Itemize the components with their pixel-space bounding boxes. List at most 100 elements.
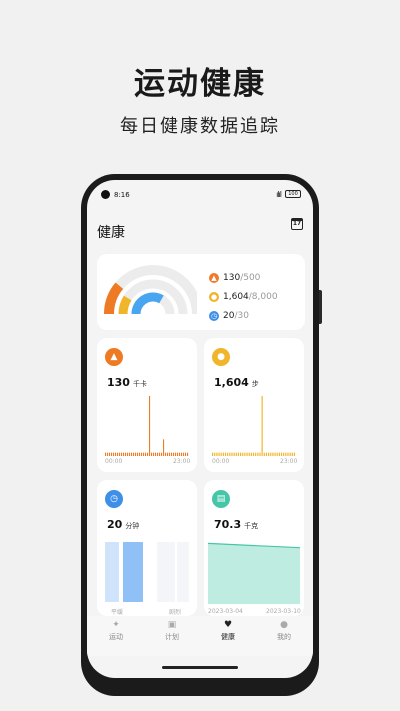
chart-bar: [224, 452, 227, 456]
chart-bar: [187, 452, 189, 456]
exercise-x-start: 平缓: [111, 609, 124, 616]
chart-column-bg: [105, 542, 119, 602]
chart-bar: [268, 452, 270, 456]
chart-bar: [111, 452, 113, 456]
chart-bar: [227, 452, 229, 456]
chart-bar: [119, 452, 121, 456]
exercise-card[interactable]: ◷ 20 分钟 平缓 剧烈: [97, 480, 197, 616]
chart-bar: [272, 452, 274, 456]
tab-mine-label: 我的: [277, 633, 291, 641]
calories-number: 130: [107, 376, 130, 389]
chart-bar: [285, 452, 287, 456]
legend-calories-goal: /500: [240, 272, 261, 283]
chart-bar: [109, 452, 111, 456]
tab-mine[interactable]: ● 我的: [256, 620, 312, 642]
chart-area: [208, 543, 300, 604]
weight-value: 70.3 千克: [214, 518, 258, 531]
chart-bar: [117, 452, 119, 456]
chart-bar: [263, 452, 265, 456]
chart-bar: [214, 452, 216, 456]
chart-bar: [131, 452, 133, 456]
phone-side-button: [319, 290, 322, 324]
chart-bar: [145, 452, 147, 456]
chart-bar: [261, 396, 263, 456]
tab-sport-label: 运动: [109, 633, 123, 641]
calories-x-start: 00:00: [105, 458, 123, 465]
chart-bar: [153, 452, 155, 456]
exercise-value: 20 分钟: [107, 518, 139, 531]
flame-icon: ▲: [105, 348, 123, 366]
chart-bar: [171, 452, 173, 456]
chart-bar: [240, 452, 242, 456]
steps-value: 1,604 步: [214, 376, 259, 389]
chart-bar: [216, 452, 218, 456]
tab-bar: ✦ 运动 ▣ 计划 ♥ 健康 ● 我的: [87, 616, 313, 656]
chart-bar: [151, 452, 153, 456]
clock-icon: ◷: [105, 490, 123, 508]
chart-bar: [248, 452, 250, 456]
chart-bar: [212, 452, 214, 456]
chart-bar: [265, 452, 268, 456]
clock-icon: ◷: [209, 310, 219, 321]
chart-bar: [289, 452, 291, 456]
steps-number: 1,604: [214, 376, 249, 389]
calories-value: 130 千卡: [107, 376, 147, 389]
signal-icon: ılıl: [276, 190, 282, 199]
legend-steps-goal: /8,000: [248, 291, 278, 302]
exercise-number: 20: [107, 518, 123, 531]
weight-number: 70.3: [214, 518, 242, 531]
chart-bar: [133, 452, 135, 456]
weight-x-end: 2023-03-10: [266, 608, 301, 615]
chart-bar: [237, 452, 240, 456]
chart-bar: [283, 452, 285, 456]
calories-card[interactable]: ▲ 130 千卡 00:00 23:00: [97, 338, 197, 472]
chart-bar: [155, 452, 157, 456]
camera-hole: [101, 190, 110, 199]
calendar-icon[interactable]: 17: [291, 218, 303, 230]
chart-bar: [175, 452, 177, 456]
tab-health[interactable]: ♥ 健康: [200, 620, 256, 642]
summary-card[interactable]: ▲ 130/500 ● 1,604/8,000 ◷ 20/30: [97, 254, 305, 330]
phone-screen: 8:16 ılıl 100 健康 17 ▲ 130/500 ● 1,604/8,…: [87, 180, 313, 678]
tab-plan[interactable]: ▣ 计划: [144, 620, 200, 642]
chart-bar: [280, 452, 283, 456]
person-icon: ●: [280, 620, 288, 630]
weight-unit: 千克: [244, 522, 259, 530]
chart-bar: [293, 452, 296, 456]
chart-column-bg: [157, 542, 175, 602]
chart-bar: [127, 452, 129, 456]
tab-sport[interactable]: ✦ 运动: [88, 620, 144, 642]
weight-card[interactable]: ▤ 70.3 千克 2023-03-04 2023-03-10: [204, 480, 304, 616]
legend-exercise-value: 20: [223, 310, 235, 321]
chart-bar: [242, 452, 244, 456]
scale-icon: ▤: [212, 490, 230, 508]
chart-bar: [252, 452, 255, 456]
calories-unit: 千卡: [132, 380, 147, 388]
chart-bar: [161, 452, 163, 456]
chart-bar: [177, 452, 179, 456]
chart-bar: [115, 452, 117, 456]
ring-exercise: [131, 292, 164, 315]
legend-steps-value: 1,604: [223, 291, 249, 302]
legend-exercise-goal: /30: [234, 310, 249, 321]
chart-bar: [259, 452, 261, 456]
chart-bar: [157, 452, 159, 456]
heart-icon: ♥: [223, 620, 233, 630]
chart-bar: [135, 452, 137, 456]
steps-x-end: 23:00: [280, 458, 298, 465]
status-time: 8:16: [114, 191, 130, 199]
ring-calories: [104, 282, 124, 315]
chart-bar: [139, 452, 141, 456]
chart-bar: [137, 452, 139, 456]
chart-bar: [181, 452, 183, 456]
chart-bar: [229, 452, 231, 456]
plan-icon: ▣: [167, 620, 177, 630]
chart-bar: [220, 452, 222, 456]
chart-bar: [167, 452, 169, 456]
chart-bar: [231, 452, 233, 456]
exercise-x-end: 剧烈: [169, 609, 182, 616]
chart-bar: [246, 452, 248, 456]
legend-calories: ▲ 130/500: [209, 268, 278, 287]
steps-card[interactable]: ● 1,604 步 00:00 23:00: [204, 338, 304, 472]
chart-column-bg: [177, 542, 189, 602]
